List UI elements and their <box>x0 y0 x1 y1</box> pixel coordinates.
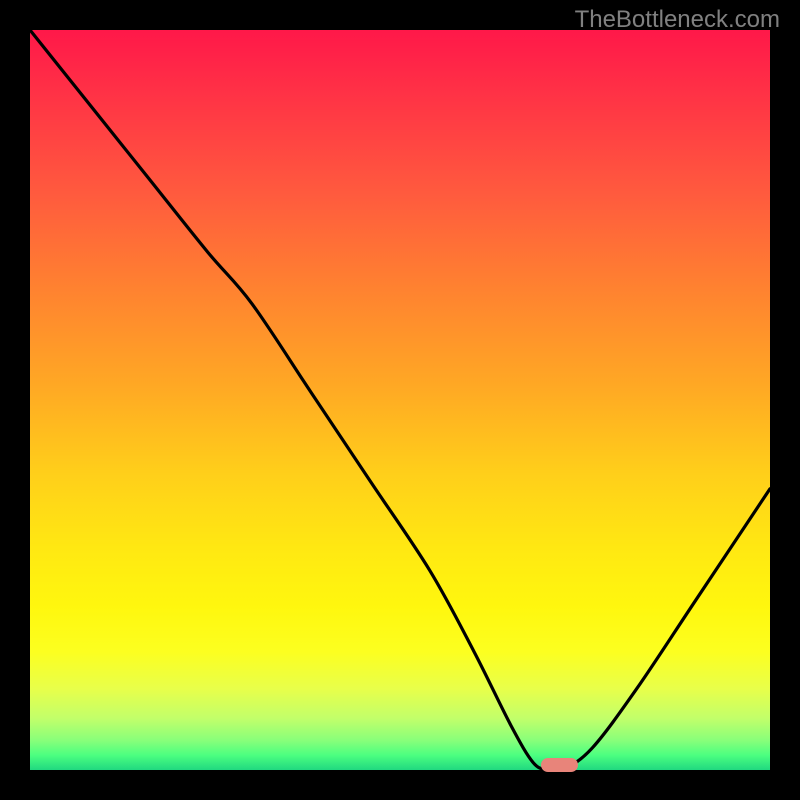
optimal-range-marker <box>541 758 578 772</box>
bottleneck-curve-path <box>30 30 770 772</box>
chart-container: TheBottleneck.com <box>0 0 800 800</box>
watermark-text: TheBottleneck.com <box>575 6 780 34</box>
bottleneck-curve-svg <box>30 30 770 770</box>
